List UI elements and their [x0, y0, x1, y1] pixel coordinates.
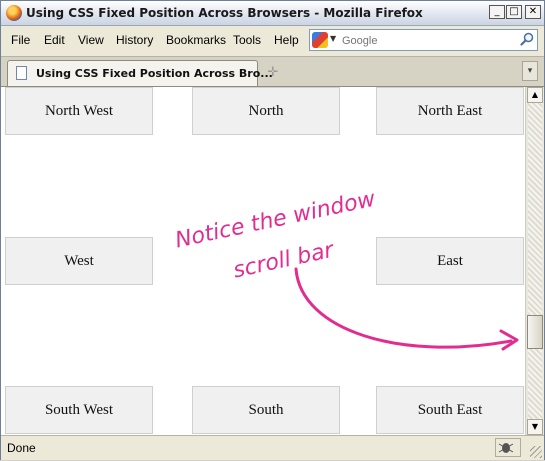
scroll-down-icon[interactable]: ▼ — [527, 419, 543, 435]
scroll-thumb[interactable] — [527, 315, 543, 349]
vertical-scrollbar[interactable]: ▲ ▼ — [525, 87, 543, 435]
scroll-track[interactable] — [528, 103, 542, 419]
status-bar: Done — [1, 435, 544, 460]
north-east-box: North East — [376, 87, 524, 135]
title-bar: Using CSS Fixed Position Across Browsers… — [1, 1, 544, 26]
annotation-line-1: Notice the window — [173, 186, 378, 254]
south-west-box: South West — [5, 386, 153, 434]
status-text: Done — [7, 441, 36, 455]
close-button[interactable]: ✕ — [525, 5, 541, 19]
menu-history[interactable]: History — [116, 33, 153, 47]
status-panel — [495, 438, 521, 457]
annotation-line-2: scroll bar — [231, 237, 336, 284]
south-box: South — [192, 386, 340, 434]
engine-dropdown-icon[interactable]: ▼ — [330, 34, 336, 43]
north-box: North — [192, 87, 340, 135]
search-bar: ▼ — [309, 29, 538, 51]
browser-window: Using CSS Fixed Position Across Browsers… — [0, 0, 545, 460]
west-box: West — [5, 237, 153, 285]
annotation: Notice the window scroll bar — [171, 187, 431, 351]
menu-tools[interactable]: Tools — [233, 33, 261, 47]
search-input[interactable] — [340, 31, 514, 51]
menu-view[interactable]: View — [78, 33, 104, 47]
tab-bar: Using CSS Fixed Position Across Bro... ✛… — [1, 56, 544, 87]
north-west-box: North West — [5, 87, 153, 135]
menu-file[interactable]: File — [11, 33, 30, 47]
firefox-icon — [6, 5, 22, 21]
minimize-button[interactable]: _ — [489, 5, 505, 19]
maximize-button[interactable]: □ — [506, 5, 522, 19]
bug-icon[interactable] — [496, 439, 516, 456]
scroll-up-icon[interactable]: ▲ — [527, 87, 543, 103]
tab-list-button[interactable]: ▾ — [522, 61, 538, 81]
window-title: Using CSS Fixed Position Across Browsers… — [26, 6, 423, 20]
tab-label: Using CSS Fixed Position Across Bro... — [36, 67, 273, 80]
google-icon[interactable] — [312, 32, 328, 48]
tab-active[interactable]: Using CSS Fixed Position Across Bro... — [7, 60, 273, 86]
menu-edit[interactable]: Edit — [44, 33, 65, 47]
menu-help[interactable]: Help — [274, 33, 299, 47]
resize-grip-icon[interactable] — [530, 446, 542, 458]
south-east-box: South East — [376, 386, 524, 434]
page-icon — [16, 66, 27, 80]
new-tab-button[interactable]: ✛ — [261, 63, 285, 83]
search-icon[interactable] — [520, 32, 534, 46]
menu-bookmarks[interactable]: Bookmarks — [166, 33, 226, 47]
